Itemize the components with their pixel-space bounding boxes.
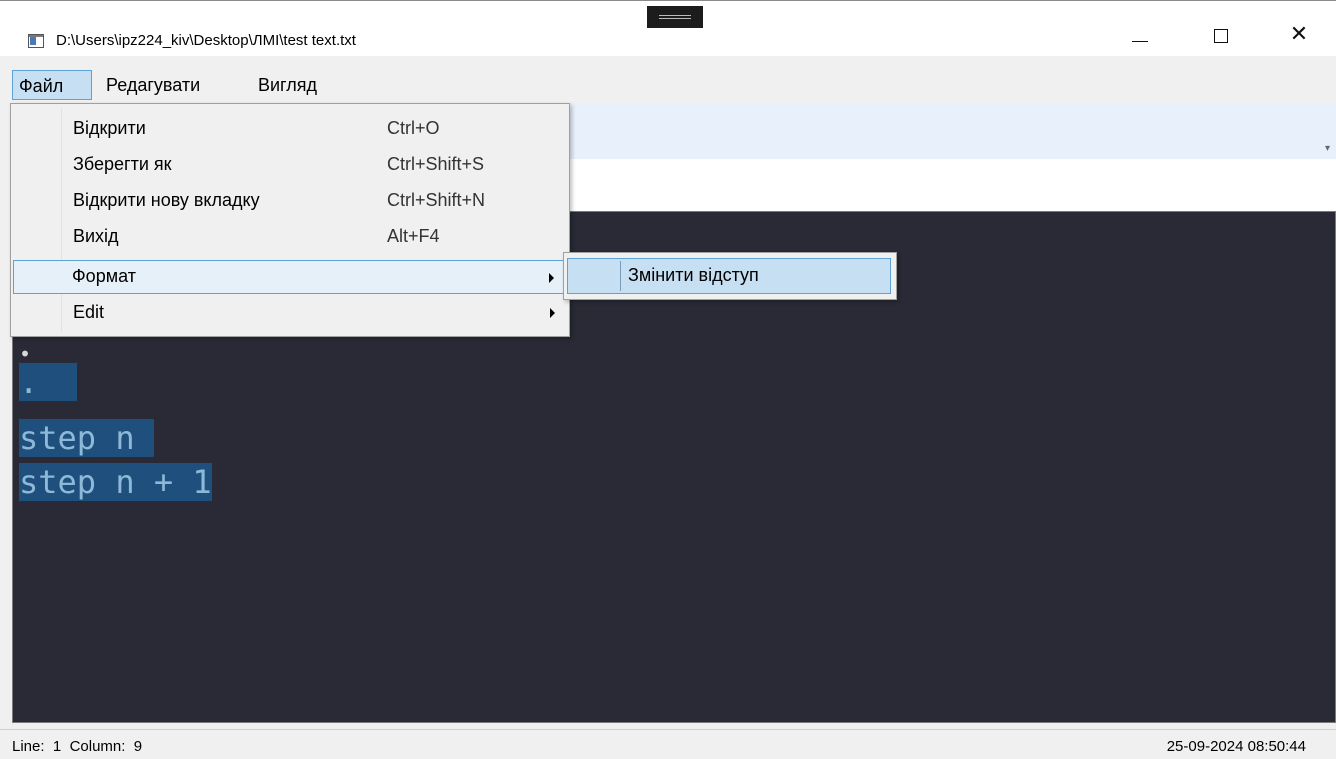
maximize-icon xyxy=(1214,29,1228,43)
line-label: Line: xyxy=(12,738,45,755)
menu-item-change-indent[interactable]: Змінити відступ xyxy=(567,258,891,294)
column-label: Column: xyxy=(69,738,126,755)
menu-item-edit[interactable]: Edit xyxy=(13,296,567,330)
menu-edit[interactable]: Редагувати xyxy=(102,70,204,100)
toolbar-overflow-icon[interactable]: ▾ xyxy=(1325,143,1330,154)
menu-item-shortcut: Ctrl+Shift+S xyxy=(387,154,485,174)
menu-item-open[interactable]: Відкрити Ctrl+O xyxy=(13,112,567,146)
submenu-arrow-icon xyxy=(550,308,555,318)
close-icon: ✕ xyxy=(1289,22,1309,47)
menu-file[interactable]: Файл xyxy=(12,70,92,100)
menu-item-label: Формат xyxy=(72,266,136,286)
menu-item-label: Відкрити нову вкладку xyxy=(73,190,260,210)
menu-item-exit[interactable]: Вихід Alt+F4 xyxy=(13,220,567,254)
menu-item-label: Edit xyxy=(73,302,105,322)
menu-item-label: Зберегти як xyxy=(73,154,172,174)
editor-line-2: . xyxy=(19,362,77,402)
maximize-button[interactable] xyxy=(1199,15,1245,55)
editor-line-text: . xyxy=(19,363,77,401)
menu-item-open-new-tab[interactable]: Відкрити нову вкладку Ctrl+Shift+N xyxy=(13,184,567,218)
menu-icon-column-divider xyxy=(620,261,621,291)
column-value: 9 xyxy=(133,738,143,755)
menu-item-label: Відкрити xyxy=(73,118,146,138)
cursor-position: Line: 1 Column: 9 xyxy=(12,738,142,755)
menu-item-shortcut: Ctrl+O xyxy=(387,118,440,138)
close-button[interactable]: ✕ xyxy=(1276,15,1322,55)
file-menu-dropdown: Відкрити Ctrl+O Зберегти як Ctrl+Shift+S… xyxy=(10,103,570,337)
menu-bar: Файл Редагувати Вигляд xyxy=(0,69,1336,101)
editor-line-text: step n + 1 xyxy=(19,463,212,501)
submenu-arrow-icon xyxy=(549,273,554,283)
app-window: D:\Users\ipz224_kiv\Desktop\ЛМІ\test tex… xyxy=(0,0,1336,759)
editor-line-3: step n xyxy=(19,418,154,458)
menu-item-format[interactable]: Формат xyxy=(13,260,567,294)
editor-line-text: step n xyxy=(19,419,154,457)
menu-item-label: Змінити відступ xyxy=(628,265,759,285)
status-datetime: 25-09-2024 08:50:44 xyxy=(1166,738,1306,755)
editor-line-4: step n + 1 xyxy=(19,462,212,502)
drag-handle-icon[interactable] xyxy=(647,6,703,28)
menu-item-shortcut: Alt+F4 xyxy=(387,226,440,246)
title-bar[interactable]: D:\Users\ipz224_kiv\Desktop\ЛМІ\test tex… xyxy=(0,1,1336,56)
window-title: D:\Users\ipz224_kiv\Desktop\ЛМІ\test tex… xyxy=(56,32,356,49)
menu-item-shortcut: Ctrl+Shift+N xyxy=(387,190,486,210)
menu-item-save-as[interactable]: Зберегти як Ctrl+Shift+S xyxy=(13,148,567,182)
minimize-icon xyxy=(1132,41,1148,42)
format-submenu: Змінити відступ xyxy=(563,252,897,300)
minimize-button[interactable] xyxy=(1117,15,1163,55)
menu-item-label: Вихід xyxy=(73,226,119,246)
status-bar: Line: 1 Column: 9 25-09-2024 08:50:44 xyxy=(0,729,1336,759)
editor-line-text: . xyxy=(19,363,39,401)
app-icon[interactable] xyxy=(28,34,44,48)
menu-view[interactable]: Вигляд xyxy=(254,70,321,100)
line-value: 1 xyxy=(52,738,62,755)
